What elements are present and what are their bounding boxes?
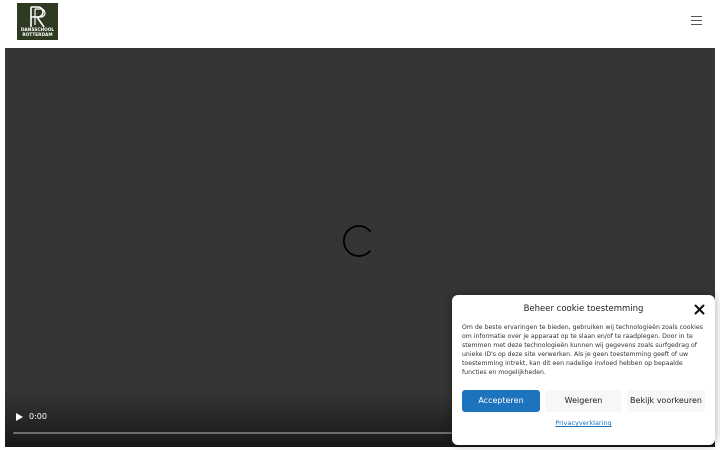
page: DANSSCHOOL ROTTERDAM 0:00 Beheer cookie … <box>0 0 720 450</box>
cookie-dialog-title: Beheer cookie toestemming <box>523 304 644 314</box>
site-logo[interactable]: DANSSCHOOL ROTTERDAM <box>17 3 58 40</box>
logo-monogram-icon <box>29 6 46 28</box>
view-preferences-button[interactable]: Bekijk voorkeuren <box>627 390 705 412</box>
accept-button[interactable]: Accepteren <box>462 390 540 412</box>
logo-text-line2: ROTTERDAM <box>22 32 53 38</box>
deny-button[interactable]: Weigeren <box>545 390 622 412</box>
play-icon[interactable] <box>13 411 25 423</box>
loading-spinner-icon <box>343 225 371 257</box>
site-header: DANSSCHOOL ROTTERDAM <box>0 0 720 47</box>
cookie-dialog-body: Om de beste ervaringen te bieden, gebrui… <box>462 324 703 376</box>
video-time: 0:00 <box>29 412 47 421</box>
cookie-consent-dialog: Beheer cookie toestemming Om de beste er… <box>452 295 715 445</box>
privacy-statement-link[interactable]: Privacyverklaring <box>452 419 715 427</box>
hamburger-menu-icon[interactable] <box>690 14 704 28</box>
close-icon[interactable] <box>694 304 705 315</box>
